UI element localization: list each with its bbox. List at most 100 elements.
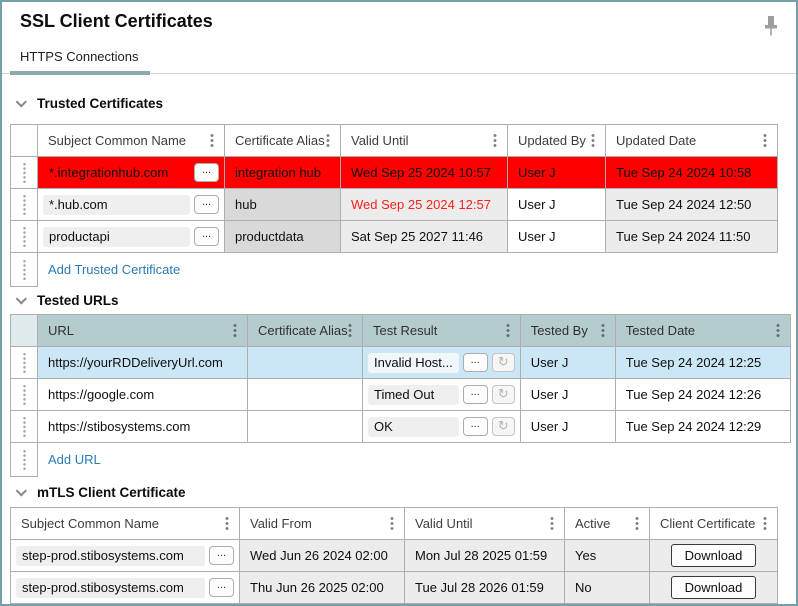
updated-by-cell: User J <box>508 221 606 253</box>
tested-date-cell: Tue Sep 24 2024 12:26 <box>615 379 790 411</box>
certificate-alias-cell[interactable] <box>248 347 363 379</box>
section-header-mtls-client-certificate[interactable]: mTLS Client Certificate <box>18 485 186 500</box>
valid-until-cell: Tue Jul 28 2026 01:59 <box>405 572 565 604</box>
row-drag-handle[interactable] <box>11 253 38 287</box>
column-menu-icon[interactable] <box>326 133 330 148</box>
column-header-certificate-alias: Certificate Alias <box>225 125 341 157</box>
download-button[interactable]: Download <box>671 544 757 567</box>
ellipsis-button[interactable]: ... <box>463 353 488 372</box>
ellipsis-button[interactable]: ... <box>209 546 234 565</box>
column-menu-icon[interactable] <box>210 133 214 148</box>
column-header-url: URL <box>38 315 248 347</box>
retest-button[interactable]: ↻ <box>492 417 515 436</box>
column-menu-icon[interactable] <box>233 323 237 338</box>
ssl-client-certificates-panel: SSL Client Certificates HTTPS Connection… <box>0 0 798 606</box>
row-drag-handle[interactable] <box>11 189 38 221</box>
certificate-alias-cell[interactable] <box>248 379 363 411</box>
column-header-tested-by: Tested By <box>520 315 615 347</box>
ellipsis-button[interactable]: ... <box>209 578 234 597</box>
column-menu-icon[interactable] <box>776 323 780 338</box>
row-drag-handle[interactable] <box>11 221 38 253</box>
subject-common-name-input[interactable]: step-prod.stibosystems.com <box>16 578 205 598</box>
column-menu-icon[interactable] <box>390 516 394 531</box>
column-menu-icon[interactable] <box>763 133 767 148</box>
column-menu-icon[interactable] <box>550 516 554 531</box>
test-result-value[interactable]: Timed Out <box>368 385 459 405</box>
column-menu-icon[interactable] <box>506 323 510 338</box>
url-cell[interactable]: https://yourRDDeliveryUrl.com <box>38 347 248 379</box>
column-header-valid-until: Valid Until <box>405 508 565 540</box>
subject-common-name-cell: step-prod.stibosystems.com... <box>11 540 240 572</box>
add-trusted-certificate-link[interactable]: Add Trusted Certificate <box>48 262 180 277</box>
valid-until-cell: Mon Jul 28 2025 01:59 <box>405 540 565 572</box>
test-result-cell: Timed Out... ↻ <box>363 379 521 411</box>
row-drag-handle[interactable] <box>11 347 38 379</box>
certificate-alias-cell: hub <box>225 189 341 221</box>
chevron-down-icon <box>16 293 27 304</box>
column-menu-icon[interactable] <box>493 133 497 148</box>
column-menu-icon[interactable] <box>591 133 595 148</box>
download-button[interactable]: Download <box>671 576 757 599</box>
url-cell[interactable]: https://stibosystems.com <box>38 411 248 443</box>
tested-date-cell: Tue Sep 24 2024 12:29 <box>615 411 790 443</box>
tested-urls-table: URL Certificate Alias Test Result Tested… <box>10 314 791 477</box>
active-cell: No <box>565 572 650 604</box>
certificate-alias-cell: productdata <box>225 221 341 253</box>
drag-handle-icon <box>23 352 26 374</box>
table-header-row: Subject Common Name Certificate Alias Va… <box>11 125 778 157</box>
ellipsis-button[interactable]: ... <box>463 417 488 436</box>
column-header-subject-common-name: Subject Common Name <box>11 508 240 540</box>
page-title: SSL Client Certificates <box>20 11 213 32</box>
updated-by-cell: User J <box>508 157 606 189</box>
ellipsis-button[interactable]: ... <box>194 227 219 246</box>
test-result-value[interactable]: OK <box>368 417 459 437</box>
ellipsis-button[interactable]: ... <box>463 385 488 404</box>
retest-button[interactable]: ↻ <box>492 385 515 404</box>
tab-https-connections[interactable]: HTTPS Connections <box>20 49 139 64</box>
pin-icon[interactable] <box>760 13 782 39</box>
subject-common-name-cell: *.integrationhub.com... <box>38 157 225 189</box>
section-title: Trusted Certificates <box>37 96 163 111</box>
ellipsis-button[interactable]: ... <box>194 195 219 214</box>
add-url-link[interactable]: Add URL <box>48 452 101 467</box>
column-menu-icon[interactable] <box>348 323 352 338</box>
column-menu-icon[interactable] <box>601 323 605 338</box>
section-header-tested-urls[interactable]: Tested URLs <box>18 293 119 308</box>
table-row: *.integrationhub.com... integration hub … <box>11 157 778 189</box>
subject-common-name-input[interactable]: step-prod.stibosystems.com <box>16 546 205 566</box>
retest-button[interactable]: ↻ <box>492 353 515 372</box>
tested-by-cell: User J <box>520 411 615 443</box>
active-tab-underline <box>10 71 150 75</box>
chevron-down-icon <box>16 485 27 496</box>
subject-common-name-input[interactable]: *.hub.com <box>43 195 190 215</box>
refresh-icon: ↻ <box>498 387 509 402</box>
column-header-subject-common-name: Subject Common Name <box>38 125 225 157</box>
column-menu-icon[interactable] <box>225 516 229 531</box>
trusted-certificates-table: Subject Common Name Certificate Alias Va… <box>10 124 778 287</box>
table-row: https://stibosystems.com OK... ↻ User J T… <box>11 411 791 443</box>
row-drag-handle[interactable] <box>11 379 38 411</box>
row-drag-handle[interactable] <box>11 411 38 443</box>
chevron-down-icon <box>16 96 27 107</box>
tested-by-cell: User J <box>520 347 615 379</box>
row-drag-handle[interactable] <box>11 443 38 477</box>
column-menu-icon[interactable] <box>635 516 639 531</box>
column-header-active: Active <box>565 508 650 540</box>
subject-common-name-input[interactable]: *.integrationhub.com <box>43 163 190 183</box>
test-result-value[interactable]: Invalid Host... <box>368 353 459 373</box>
certificate-alias-cell[interactable] <box>248 411 363 443</box>
table-header-row: Subject Common Name Valid From Valid Unt… <box>11 508 778 540</box>
section-title: Tested URLs <box>37 293 119 308</box>
url-cell[interactable]: https://google.com <box>38 379 248 411</box>
tested-date-cell: Tue Sep 24 2024 12:25 <box>615 347 790 379</box>
section-header-trusted-certificates[interactable]: Trusted Certificates <box>18 96 163 111</box>
row-drag-handle[interactable] <box>11 157 38 189</box>
valid-from-cell: Wed Jun 26 2024 02:00 <box>240 540 405 572</box>
valid-from-cell: Thu Jun 26 2025 02:00 <box>240 572 405 604</box>
subject-common-name-input[interactable]: productapi <box>43 227 190 247</box>
refresh-icon: ↻ <box>498 419 509 434</box>
valid-until-cell: Wed Sep 25 2024 10:57 <box>341 157 508 189</box>
column-menu-icon[interactable] <box>763 516 767 531</box>
column-header-valid-from: Valid From <box>240 508 405 540</box>
ellipsis-button[interactable]: ... <box>194 163 219 182</box>
